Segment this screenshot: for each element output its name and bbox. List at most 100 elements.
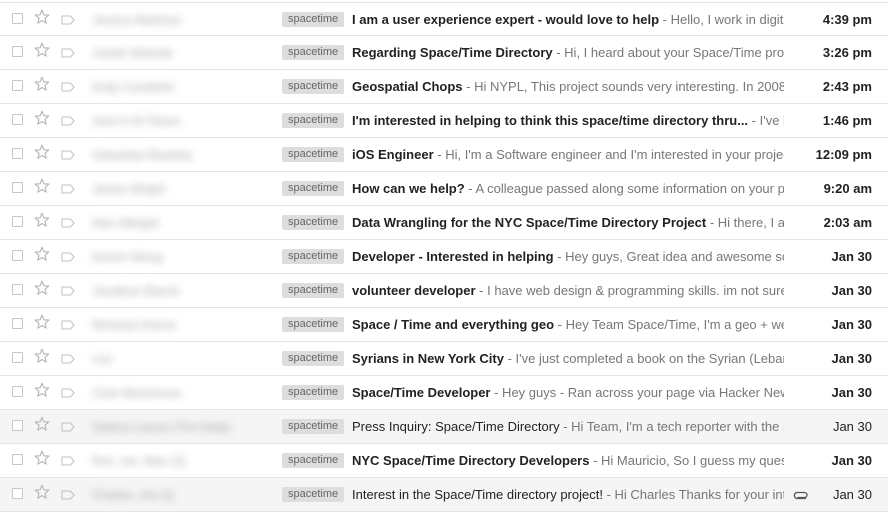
message-preview[interactable]: Press Inquiry: Space/Time Directory - Hi… [352, 418, 784, 436]
label-badge[interactable]: spacetime [282, 419, 345, 434]
label-badge[interactable]: spacetime [282, 283, 345, 298]
star-icon[interactable] [34, 450, 50, 466]
select-checkbox[interactable] [12, 454, 23, 465]
email-row[interactable]: Jessica Martinez spacetime I am a user exp… [0, 2, 888, 36]
email-row[interactable]: Andy Cavaliotis spacetime Geospatial Chops… [0, 70, 888, 104]
email-row[interactable]: Sebastian Bautista spacetime iOS Engineer … [0, 138, 888, 172]
email-row[interactable]: James Wright spacetime How can we help? - … [0, 172, 888, 206]
message-snippet: - Hello, I work in digital [659, 12, 784, 27]
email-row[interactable]: Jonathan Baerts spacetime volunteer develo… [0, 274, 888, 308]
importance-marker-icon[interactable] [61, 286, 75, 296]
star-icon[interactable] [34, 348, 50, 364]
label-badge[interactable]: spacetime [282, 147, 345, 162]
star-icon[interactable] [34, 280, 50, 296]
email-row[interactable]: Nicholas Doiron spacetime Space / Time and… [0, 308, 888, 342]
message-preview[interactable]: Data Wrangling for the NYC Space/Time Di… [352, 214, 784, 232]
received-time: 2:43 pm [822, 79, 872, 94]
star-icon[interactable] [34, 484, 50, 500]
importance-marker-icon[interactable] [61, 456, 75, 466]
star-icon[interactable] [34, 416, 50, 432]
importance-marker-icon[interactable] [61, 252, 75, 262]
email-row[interactable]: John K M Tolsen spacetime I'm interested i… [0, 104, 888, 138]
star-icon[interactable] [34, 314, 50, 330]
email-row[interactable]: Selena Larson (The Daily) spacetime Press … [0, 410, 888, 444]
star-icon[interactable] [34, 9, 50, 25]
message-preview[interactable]: I'm interested in helping to think this … [352, 112, 784, 130]
importance-marker-icon[interactable] [61, 354, 75, 364]
message-preview[interactable]: Space / Time and everything geo - Hey Te… [352, 316, 784, 334]
message-preview[interactable]: iOS Engineer - Hi, I'm a Software engine… [352, 146, 784, 164]
email-row[interactable]: Alex Albright spacetime Data Wrangling for… [0, 206, 888, 240]
email-row[interactable]: Colin Maclennan spacetime Space/Time Devel… [0, 376, 888, 410]
received-time: Jan 30 [832, 419, 872, 434]
star-icon[interactable] [34, 76, 50, 92]
select-checkbox[interactable] [12, 386, 23, 397]
select-checkbox[interactable] [12, 284, 23, 295]
importance-marker-icon[interactable] [61, 116, 75, 126]
message-preview[interactable]: Regarding Space/Time Directory - Hi, I h… [352, 44, 784, 62]
select-checkbox[interactable] [12, 352, 23, 363]
label-badge[interactable]: spacetime [282, 215, 345, 230]
label-badge[interactable]: spacetime [282, 385, 345, 400]
star-icon[interactable] [34, 42, 50, 58]
star-icon[interactable] [34, 110, 50, 126]
importance-marker-icon[interactable] [61, 82, 75, 92]
message-preview[interactable]: Syrians in New York City - I've just com… [352, 350, 784, 368]
message-preview[interactable]: Developer - Interested in helping - Hey … [352, 248, 784, 266]
select-checkbox[interactable] [12, 80, 23, 91]
importance-marker-icon[interactable] [61, 422, 75, 432]
label-badge[interactable]: spacetime [282, 113, 345, 128]
received-time: Jan 30 [832, 487, 872, 502]
select-checkbox[interactable] [12, 114, 23, 125]
message-preview[interactable]: I am a user experience expert - would lo… [352, 11, 784, 29]
importance-marker-icon[interactable] [61, 218, 75, 228]
label-badge[interactable]: spacetime [282, 249, 345, 264]
received-time: Jan 30 [831, 453, 872, 468]
select-checkbox[interactable] [12, 148, 23, 159]
email-row[interactable]: Charles, me (2) spacetime Interest in the … [0, 478, 888, 512]
select-checkbox[interactable] [12, 182, 23, 193]
select-checkbox[interactable] [12, 318, 23, 329]
message-subject: Geospatial Chops [352, 79, 463, 94]
select-checkbox[interactable] [12, 250, 23, 261]
message-snippet: - Hi there, I am [709, 215, 784, 230]
select-checkbox[interactable] [12, 420, 23, 431]
message-preview[interactable]: NYC Space/Time Directory Developers - Hi… [352, 452, 784, 470]
message-preview[interactable]: Interest in the Space/Time directory pro… [352, 486, 784, 504]
star-icon[interactable] [34, 144, 50, 160]
sender-name: Andy Cavaliotis [92, 80, 175, 94]
importance-marker-icon[interactable] [61, 150, 75, 160]
select-checkbox[interactable] [12, 46, 23, 57]
message-preview[interactable]: Space/Time Developer - Hey guys - Ran ac… [352, 384, 784, 402]
importance-marker-icon[interactable] [61, 490, 75, 500]
star-icon[interactable] [34, 246, 50, 262]
importance-marker-icon[interactable] [61, 15, 75, 25]
label-badge[interactable]: spacetime [282, 45, 345, 60]
star-icon[interactable] [34, 212, 50, 228]
select-checkbox[interactable] [12, 216, 23, 227]
importance-marker-icon[interactable] [61, 48, 75, 58]
label-badge[interactable]: spacetime [282, 317, 345, 332]
importance-marker-icon[interactable] [61, 320, 75, 330]
message-preview[interactable]: volunteer developer - I have web design … [352, 282, 784, 300]
select-checkbox[interactable] [12, 488, 23, 499]
email-row[interactable]: Ron, me, Mae (3) spacetime NYC Space/Time … [0, 444, 888, 478]
label-badge[interactable]: spacetime [282, 487, 345, 502]
label-badge[interactable]: spacetime [282, 181, 345, 196]
email-row[interactable]: Norton Wong spacetime Developer - Interest… [0, 240, 888, 274]
star-icon[interactable] [34, 178, 50, 194]
label-badge[interactable]: spacetime [282, 12, 345, 27]
email-row[interactable]: Leo spacetime Syrians in New York City - I… [0, 342, 888, 376]
importance-marker-icon[interactable] [61, 388, 75, 398]
star-icon[interactable] [34, 382, 50, 398]
message-preview[interactable]: Geospatial Chops - Hi NYPL, This project… [352, 78, 784, 96]
label-badge[interactable]: spacetime [282, 453, 345, 468]
message-subject: How can we help? [352, 181, 465, 196]
select-checkbox[interactable] [12, 13, 23, 24]
importance-marker-icon[interactable] [61, 184, 75, 194]
email-row[interactable]: Josiah Walmak spacetime Regarding Space/Ti… [0, 36, 888, 70]
received-time: 4:39 pm [822, 12, 872, 27]
message-preview[interactable]: How can we help? - A colleague passed al… [352, 180, 784, 198]
label-badge[interactable]: spacetime [282, 79, 345, 94]
label-badge[interactable]: spacetime [282, 351, 345, 366]
